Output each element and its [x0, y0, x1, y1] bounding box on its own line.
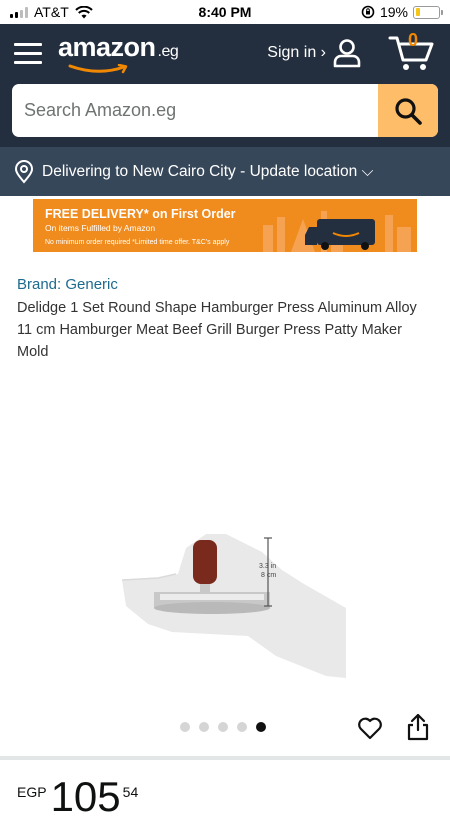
- rotation-lock-icon: [361, 5, 375, 19]
- share-icon[interactable]: [407, 713, 429, 741]
- sign-in-label: Sign in ›: [267, 44, 326, 61]
- price-whole: 105: [50, 773, 121, 820]
- search-button[interactable]: [378, 84, 438, 137]
- battery-percent: 19%: [379, 4, 408, 20]
- location-pin-icon: [14, 159, 34, 184]
- gallery-dot[interactable]: [199, 722, 209, 732]
- logo-smile-icon: [68, 63, 128, 73]
- cart-button[interactable]: 0: [388, 30, 436, 72]
- dimension-label-2: 8 cm: [261, 572, 276, 579]
- delivery-text: Delivering to New Cairo City - Update lo…: [42, 162, 374, 180]
- user-icon: [333, 39, 361, 68]
- logo-suffix: .eg: [157, 42, 179, 60]
- brand-link[interactable]: Brand: Generic: [17, 276, 450, 293]
- delivery-location-bar[interactable]: Delivering to New Cairo City - Update lo…: [0, 147, 450, 196]
- banner-fineprint: No minimum order required *Limited time …: [45, 239, 230, 246]
- search-bar: [0, 82, 450, 147]
- sign-in-button[interactable]: Sign in ›: [267, 38, 362, 68]
- signal-icon: [10, 6, 28, 18]
- cart-count: 0: [408, 30, 419, 50]
- status-bar: AT&T 8:40 PM 19%: [0, 0, 450, 24]
- gallery-dot[interactable]: [237, 722, 247, 732]
- top-nav: amazon .eg Sign in › 0: [0, 24, 450, 82]
- free-delivery-banner[interactable]: FREE DELIVERY* on First Order On items F…: [33, 199, 417, 252]
- heart-icon[interactable]: [357, 716, 383, 740]
- menu-icon[interactable]: [14, 42, 42, 64]
- gallery-dot[interactable]: [256, 722, 266, 732]
- gallery-dots[interactable]: [180, 722, 266, 732]
- section-divider: [0, 756, 450, 760]
- search-icon: [395, 97, 422, 125]
- price: EGP 105 54: [17, 776, 138, 818]
- status-left: AT&T: [10, 4, 93, 20]
- amazon-logo[interactable]: amazon .eg: [58, 31, 179, 74]
- search-input[interactable]: [12, 84, 378, 137]
- search-box: [12, 84, 438, 137]
- product-image[interactable]: 3.3 in 8 cm: [0, 508, 450, 728]
- battery-icon: [413, 5, 443, 19]
- status-right: 19%: [361, 4, 443, 20]
- dimension-label-1: 3.3 in: [259, 563, 276, 570]
- banner-subtext: On items Fulfilled by Amazon: [45, 223, 156, 233]
- wifi-icon: [75, 5, 93, 18]
- carrier-label: AT&T: [34, 4, 69, 20]
- product-title: Delidge 1 Set Round Shape Hamburger Pres…: [17, 300, 417, 360]
- gallery-dot[interactable]: [218, 722, 228, 732]
- battery-fill: [415, 8, 420, 16]
- price-currency: EGP: [17, 784, 47, 800]
- price-fraction: 54: [122, 784, 139, 800]
- press-handle: [193, 540, 217, 584]
- gallery-dot[interactable]: [180, 722, 190, 732]
- logo-text: amazon: [58, 31, 156, 62]
- banner-headline: FREE DELIVERY* on First Order: [45, 207, 236, 221]
